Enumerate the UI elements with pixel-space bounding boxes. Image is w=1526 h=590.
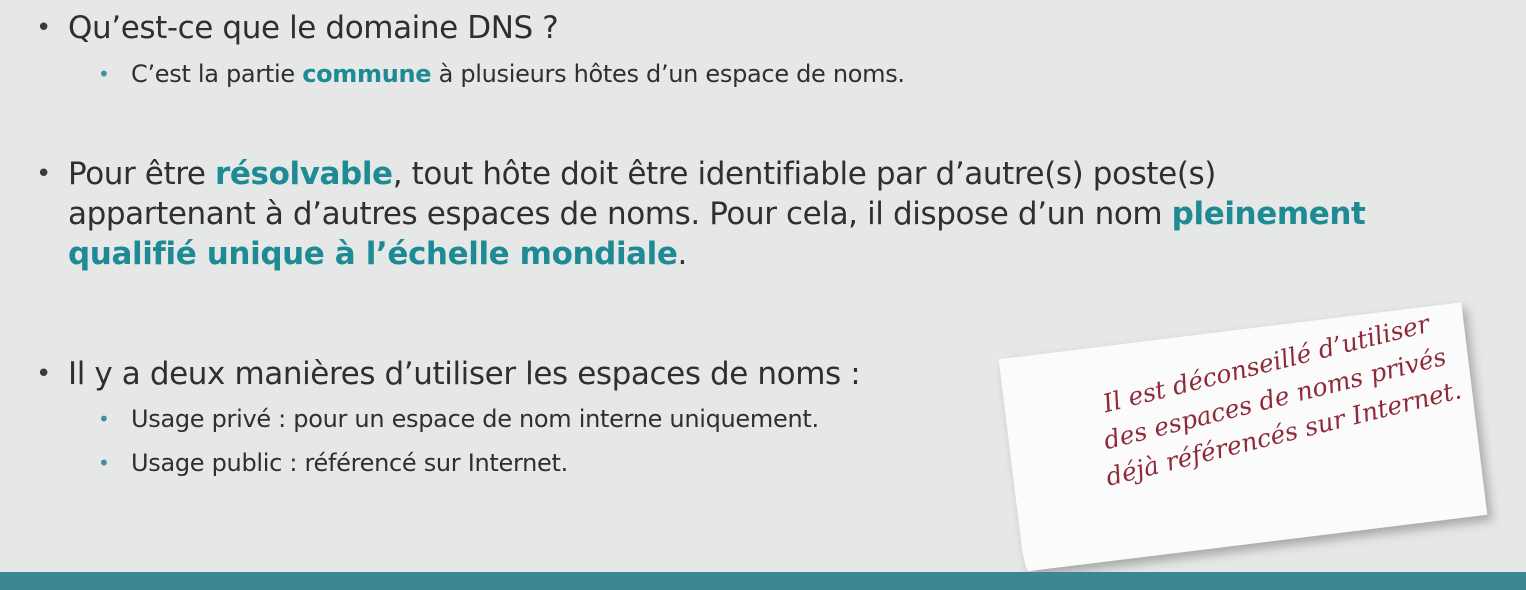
- bullet-text: Qu’est-ce que le domaine DNS ?: [68, 10, 559, 46]
- bullet-marker: •: [36, 359, 51, 389]
- sub-bullet-marker: •: [98, 62, 110, 86]
- sub-bullet-private-usage: • Usage privé : pour un espace de nom in…: [98, 403, 1098, 435]
- sub-bullet-common-part: • C’est la partie commune à plusieurs hô…: [98, 58, 1098, 90]
- sub-bullet-text: C’est la partie commune à plusieurs hôte…: [131, 58, 1098, 90]
- sub-bullet-text: Usage privé : pour un espace de nom inte…: [131, 405, 819, 433]
- text-prefix: C’est la partie: [131, 60, 303, 88]
- emphasis-resolvable: résolvable: [215, 156, 393, 192]
- text-prefix: Pour être: [68, 156, 216, 192]
- slide: • Qu’est-ce que le domaine DNS ? • C’est…: [0, 0, 1526, 590]
- emphasis-commune: commune: [302, 60, 432, 88]
- footer-bar: [0, 572, 1526, 590]
- bullet-marker: •: [36, 159, 51, 189]
- sub-bullet-public-usage: • Usage public : référencé sur Internet.: [98, 447, 1098, 479]
- text-suffix: .: [677, 236, 688, 272]
- text-suffix: à plusieurs hôtes d’un espace de noms.: [431, 60, 905, 88]
- sub-bullet-marker: •: [98, 451, 110, 475]
- sub-bullet-text: Usage public : référencé sur Internet.: [131, 449, 568, 477]
- bullet-text: Pour être résolvable, tout hôte doit êtr…: [68, 154, 1366, 274]
- sub-bullet-marker: •: [98, 407, 110, 431]
- bullet-resolvable: • Pour être résolvable, tout hôte doit ê…: [36, 154, 1366, 274]
- bullet-dns-domain: • Qu’est-ce que le domaine DNS ?: [36, 8, 1366, 48]
- bullet-marker: •: [36, 13, 51, 43]
